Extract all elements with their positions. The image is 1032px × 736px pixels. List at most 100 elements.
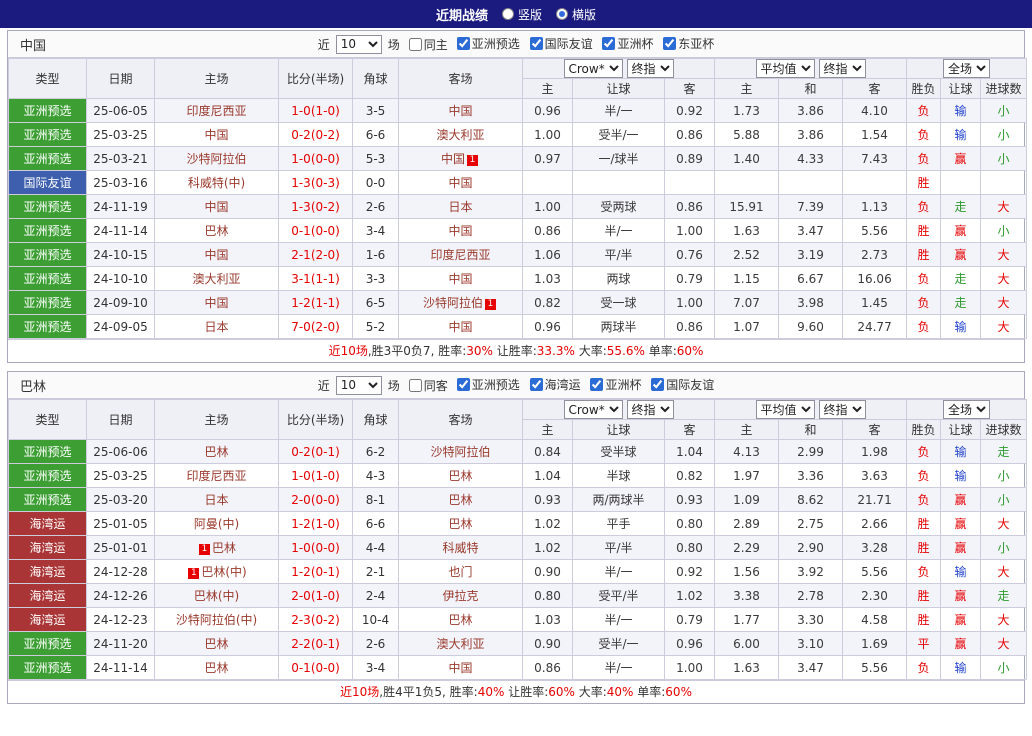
competition-checkbox[interactable] bbox=[456, 37, 470, 50]
home-team-link[interactable]: 巴林 bbox=[204, 224, 228, 238]
asia-home-odds: 1.02 bbox=[522, 511, 573, 536]
home-team-link[interactable]: 科威特(中) bbox=[188, 176, 245, 190]
match-count-select[interactable]: 10 bbox=[335, 375, 382, 395]
away-team-link[interactable]: 伊拉克 bbox=[442, 589, 478, 603]
match-date: 25-06-06 bbox=[86, 439, 155, 464]
home-team-link[interactable]: 日本 bbox=[204, 493, 228, 507]
competition-checkbox[interactable] bbox=[663, 37, 677, 50]
home-team-link[interactable]: 中国 bbox=[204, 200, 228, 214]
home-team-link[interactable]: 印度尼西亚 bbox=[186, 104, 246, 118]
competition-checkbox[interactable] bbox=[529, 37, 543, 50]
match-count-select[interactable]: 10 bbox=[335, 34, 382, 54]
match-type-badge: 海湾运 bbox=[8, 511, 87, 536]
competition-filter[interactable]: 亚洲预选 bbox=[456, 376, 520, 393]
home-team-link[interactable]: 巴林 bbox=[204, 661, 228, 675]
record-summary: 近10场,胜3平0负7, 胜率:30% 让胜率:33.3% 大率:55.6% 单… bbox=[8, 339, 1024, 362]
competition-filter[interactable]: 东亚杯 bbox=[663, 35, 714, 52]
handicap-result-cell: 赢 bbox=[940, 218, 982, 243]
away-team-link[interactable]: 澳大利亚 bbox=[436, 128, 484, 142]
away-team-link[interactable]: 巴林 bbox=[448, 469, 472, 483]
asia-home-odds: 1.02 bbox=[522, 535, 573, 560]
away-team-link[interactable]: 中国 bbox=[448, 661, 472, 675]
competition-filter[interactable]: 国际友谊 bbox=[651, 376, 714, 393]
handicap-result-cell: 输 bbox=[940, 98, 982, 123]
away-team-link[interactable]: 沙特阿拉伯 bbox=[423, 296, 483, 310]
home-team-link[interactable]: 印度尼西亚 bbox=[186, 469, 246, 483]
away-team-link[interactable]: 巴林 bbox=[448, 493, 472, 507]
asia-odds-time-select[interactable]: 终指 bbox=[626, 400, 674, 419]
result-cell: 负 bbox=[906, 559, 942, 584]
goals-result-cell: 走 bbox=[980, 439, 1028, 464]
score-cell: 1-2(1-0) bbox=[278, 511, 353, 536]
away-team-link[interactable]: 中国 bbox=[448, 104, 472, 118]
away-team-link[interactable]: 巴林 bbox=[448, 517, 472, 531]
away-team-link[interactable]: 科威特 bbox=[442, 541, 478, 555]
competition-filter[interactable]: 亚洲杯 bbox=[590, 376, 641, 393]
competition-checkbox[interactable] bbox=[456, 378, 470, 391]
competition-filter[interactable]: 亚洲杯 bbox=[602, 35, 653, 52]
home-team-link[interactable]: 巴林 bbox=[212, 541, 236, 555]
bookmaker-select[interactable]: Crow* bbox=[563, 59, 623, 78]
away-team-link[interactable]: 印度尼西亚 bbox=[430, 248, 490, 262]
competition-checkbox[interactable] bbox=[602, 37, 616, 50]
away-team-link[interactable]: 中国 bbox=[441, 152, 465, 166]
home-team-cell: 中国 bbox=[154, 122, 279, 147]
asia-odds-group: Crow* 终指 bbox=[521, 58, 716, 79]
competition-checkbox[interactable] bbox=[529, 378, 543, 391]
asia-home-odds: 1.03 bbox=[522, 607, 573, 632]
period-select[interactable]: 全场 bbox=[943, 400, 991, 419]
home-team-link[interactable]: 沙特阿拉伯(中) bbox=[176, 613, 257, 627]
home-team-link[interactable]: 中国 bbox=[204, 248, 228, 262]
same-venue-filter[interactable]: 同客 bbox=[408, 377, 448, 394]
away-team-link[interactable]: 也门 bbox=[448, 565, 472, 579]
same-venue-filter[interactable]: 同主 bbox=[408, 36, 448, 53]
competition-checkbox[interactable] bbox=[651, 378, 665, 391]
away-team-link[interactable]: 中国 bbox=[448, 272, 472, 286]
home-team-link[interactable]: 日本 bbox=[204, 320, 228, 334]
away-team-link[interactable]: 中国 bbox=[448, 176, 472, 190]
goals-result-cell: 小 bbox=[980, 487, 1028, 512]
away-team-link[interactable]: 中国 bbox=[448, 320, 472, 334]
euro-odds-time-select[interactable]: 终指 bbox=[818, 59, 866, 78]
summary-segment: 让胜率: bbox=[492, 344, 537, 358]
euro-odds-type-select[interactable]: 平均值 bbox=[755, 59, 815, 78]
competition-filter[interactable]: 海湾运 bbox=[529, 376, 581, 393]
competition-filter[interactable]: 国际友谊 bbox=[529, 35, 593, 52]
euro-odds-type-select[interactable]: 平均值 bbox=[755, 400, 815, 419]
euro-home-odds: 1.63 bbox=[714, 218, 780, 243]
home-team-link[interactable]: 中国 bbox=[204, 128, 228, 142]
euro-odds-time-select[interactable]: 终指 bbox=[818, 400, 866, 419]
home-team-cell: 巴林(中) bbox=[154, 583, 279, 608]
home-team-link[interactable]: 巴林 bbox=[204, 445, 228, 459]
away-team-link[interactable]: 巴林 bbox=[448, 613, 472, 627]
home-team-link[interactable]: 巴林 bbox=[204, 637, 228, 651]
home-team-link[interactable]: 澳大利亚 bbox=[192, 272, 240, 286]
subcol-result: 胜负 bbox=[906, 78, 942, 99]
asia-odds-time-select[interactable]: 终指 bbox=[626, 59, 674, 78]
home-team-link[interactable]: 巴林(中) bbox=[201, 565, 246, 579]
layout-radio-vertical[interactable]: 竖版 bbox=[501, 6, 542, 23]
competition-label: 亚洲预选 bbox=[471, 378, 520, 392]
home-team-link[interactable]: 阿曼(中) bbox=[194, 517, 239, 531]
competition-filters: 亚洲预选 国际友谊 亚洲杯 东亚杯 bbox=[451, 35, 714, 53]
competition-checkbox[interactable] bbox=[590, 378, 604, 391]
period-select[interactable]: 全场 bbox=[943, 59, 991, 78]
competition-filter[interactable]: 亚洲预选 bbox=[456, 35, 520, 52]
euro-away-odds bbox=[842, 170, 908, 195]
result-cell: 负 bbox=[906, 266, 942, 291]
home-team-link[interactable]: 中国 bbox=[204, 296, 228, 310]
match-row: 国际友谊 25-03-16 科威特(中) 1-3(0-3) 0-0 中国 胜 bbox=[8, 170, 1028, 195]
home-team-link[interactable]: 巴林(中) bbox=[194, 589, 239, 603]
competition-label: 东亚杯 bbox=[678, 37, 715, 51]
same-venue-checkbox[interactable] bbox=[408, 37, 422, 51]
same-venue-checkbox[interactable] bbox=[408, 378, 422, 392]
home-team-link[interactable]: 沙特阿拉伯 bbox=[186, 152, 246, 166]
away-team-link[interactable]: 沙特阿拉伯 bbox=[430, 445, 490, 459]
home-team-cell: 印度尼西亚 bbox=[154, 98, 279, 123]
away-team-link[interactable]: 中国 bbox=[448, 224, 472, 238]
away-team-link[interactable]: 日本 bbox=[448, 200, 472, 214]
bookmaker-select[interactable]: Crow* bbox=[563, 400, 623, 419]
layout-radio-horizontal[interactable]: 横版 bbox=[556, 6, 596, 23]
away-team-link[interactable]: 澳大利亚 bbox=[436, 637, 484, 651]
away-team-cell: 伊拉克 bbox=[398, 583, 523, 608]
